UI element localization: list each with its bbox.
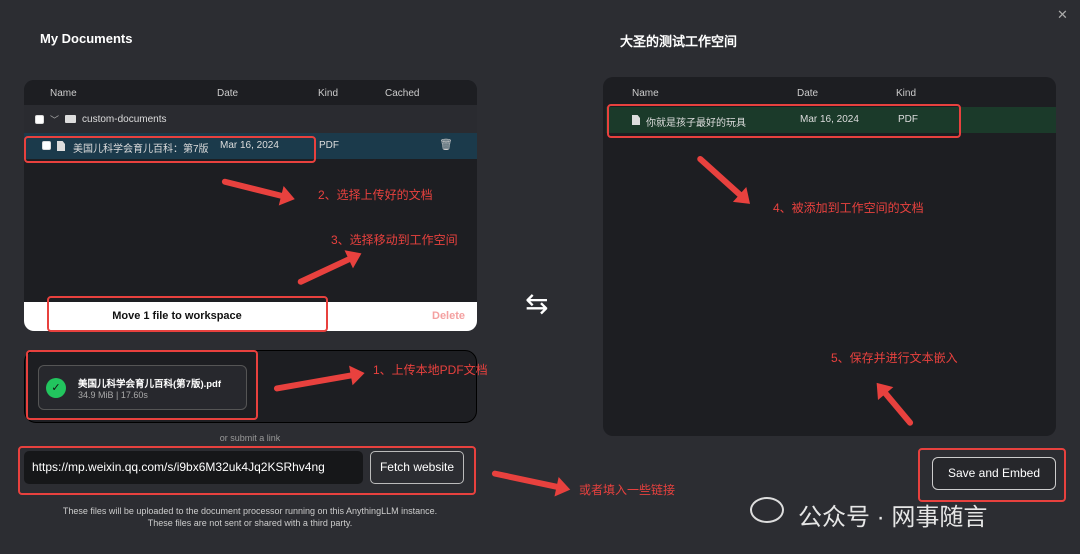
ws-col-date: Date — [797, 88, 819, 99]
arrow-icon — [491, 470, 562, 491]
ws-col-kind: Kind — [896, 88, 917, 99]
annotation-box-ws-file — [607, 104, 961, 138]
workspace-title: 大圣的测试工作空间 — [620, 34, 738, 49]
annotation-6: 或者填入一些链接 — [579, 483, 676, 497]
folder-name: custom-documents — [82, 113, 167, 125]
annotation-box-upload — [26, 350, 258, 420]
wechat-icon — [750, 497, 784, 523]
folder-icon — [65, 115, 77, 123]
annotation-4: 4、被添加到工作空间的文档 — [773, 201, 924, 215]
my-documents-title: My Documents — [40, 31, 133, 46]
folder-row[interactable]: ﹀ custom-documents — [24, 105, 477, 133]
annotation-2: 2、选择上传好的文档 — [318, 188, 433, 202]
folder-checkbox[interactable] — [35, 114, 44, 124]
col-name: Name — [50, 88, 77, 99]
watermark: 公众号 · 网事随言 — [798, 504, 988, 531]
annotation-box-file — [24, 136, 316, 163]
col-kind: Kind — [318, 88, 339, 99]
annotation-box-save — [918, 448, 1066, 502]
my-documents-panel: Name Date Kind Cached ﹀ custom-documents… — [24, 80, 477, 331]
close-icon[interactable]: ✕ — [1057, 7, 1068, 23]
disclaimer-1: These files will be uploaded to the docu… — [62, 506, 438, 516]
file-kind: PDF — [319, 140, 339, 151]
annotation-3: 3、选择移动到工作空间 — [331, 233, 458, 247]
col-date: Date — [217, 88, 239, 99]
ws-col-name: Name — [632, 88, 659, 99]
annotation-box-move — [47, 296, 328, 332]
annotation-1: 1、上传本地PDF文档 — [373, 363, 488, 377]
chevron-down-icon[interactable]: ﹀ — [50, 113, 59, 126]
col-cached: Cached — [385, 88, 420, 99]
swap-icon: ⇆ — [525, 288, 549, 319]
annotation-5: 5、保存并进行文本嵌入 — [831, 351, 958, 365]
disclaimer-2: These files are not sent or shared with … — [147, 518, 353, 528]
annotation-box-url — [18, 446, 476, 495]
trash-icon[interactable]: 🗑 — [439, 138, 453, 151]
delete-button[interactable]: Delete — [432, 310, 465, 322]
or-submit-link: or submit a link — [219, 433, 281, 443]
